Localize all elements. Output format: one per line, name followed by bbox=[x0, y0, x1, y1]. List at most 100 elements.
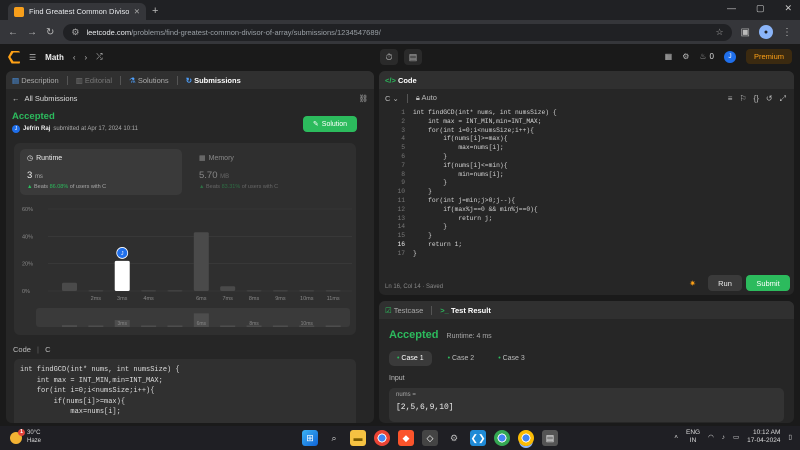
submitter-name[interactable]: Jefrin Raj bbox=[23, 126, 50, 132]
user-avatar[interactable]: J bbox=[723, 50, 736, 63]
browser-menu-icon[interactable]: ⋮ bbox=[782, 27, 792, 38]
settings-icon[interactable]: ⚙ bbox=[446, 430, 462, 446]
tab-submissions[interactable]: ↻ Submissions bbox=[186, 76, 241, 85]
chart-bar[interactable] bbox=[272, 290, 288, 292]
bookmark-star-icon[interactable]: ☆ bbox=[715, 27, 723, 38]
chrome-profile-icon[interactable] bbox=[494, 430, 510, 446]
x-tick-label: 7ms bbox=[222, 296, 233, 302]
problem-list-icon[interactable]: ☰ bbox=[29, 53, 36, 62]
chrome-active-icon[interactable] bbox=[518, 430, 534, 446]
solutions-icon: ⚗ bbox=[129, 75, 136, 85]
chart-bar[interactable] bbox=[193, 232, 209, 291]
reload-icon[interactable]: ↻ bbox=[46, 27, 54, 38]
chart-bar[interactable] bbox=[220, 286, 236, 291]
minimize-icon[interactable]: — bbox=[727, 3, 736, 14]
chart-bar[interactable] bbox=[141, 290, 157, 292]
premium-button[interactable]: Premium bbox=[745, 49, 792, 64]
chrome-icon[interactable] bbox=[374, 430, 390, 446]
wifi-icon[interactable]: ◠ bbox=[708, 433, 714, 441]
chart-bar[interactable] bbox=[167, 290, 183, 292]
tab-description[interactable]: ▤ Description bbox=[12, 76, 59, 85]
file-explorer-icon[interactable]: ▬ bbox=[350, 430, 366, 446]
runtime-distribution-chart[interactable]: 0%20%40%60%2ms 3msJ4ms 6ms 7ms 8ms 9ms 10ms 11m… bbox=[14, 143, 356, 335]
timer-icon[interactable]: ⏱ bbox=[380, 49, 398, 65]
tab-solutions[interactable]: ⚗ Solutions bbox=[129, 76, 169, 85]
chart-bar[interactable] bbox=[299, 290, 315, 292]
vscode-icon[interactable]: ❮❯ bbox=[470, 430, 486, 446]
new-tab-icon[interactable]: + bbox=[152, 5, 158, 17]
close-tab-icon[interactable]: ✕ bbox=[134, 7, 140, 16]
code-lang: C bbox=[45, 345, 51, 354]
browser-tab[interactable]: Find Greatest Common Divisor ✕ bbox=[8, 3, 146, 20]
fullscreen-icon[interactable]: ⤢ bbox=[780, 94, 786, 104]
address-bar[interactable]: ⚙ leetcode.com/problems/find-greatest-co… bbox=[63, 23, 732, 41]
site-info-icon[interactable]: ⚙ bbox=[71, 27, 79, 38]
browser-profile-avatar[interactable]: ● bbox=[759, 25, 773, 39]
volume-icon[interactable]: ♪ bbox=[722, 434, 725, 441]
overview-bar bbox=[141, 325, 157, 327]
tray-chevron-icon[interactable]: ˄ bbox=[674, 434, 678, 441]
notes-app-icon[interactable]: ▤ bbox=[542, 430, 558, 446]
windows-start-icon[interactable]: ⊞ bbox=[302, 430, 318, 446]
back-icon[interactable]: ← bbox=[8, 27, 18, 38]
editor-line: 9 } bbox=[385, 179, 785, 188]
line-text: return 1; bbox=[413, 240, 463, 248]
brave-icon[interactable]: ◆ bbox=[398, 430, 414, 446]
next-problem-icon[interactable]: › bbox=[85, 53, 88, 62]
clock[interactable]: 10:12 AM 17-04-2024 bbox=[747, 429, 780, 445]
case-tab-1[interactable]: • Case 1 bbox=[389, 351, 432, 366]
reset-icon[interactable]: ↺ bbox=[766, 94, 773, 104]
run-button[interactable]: Run bbox=[708, 275, 742, 291]
chart-bar[interactable] bbox=[246, 290, 262, 292]
chart-bar[interactable] bbox=[114, 260, 130, 291]
system-tray: ˄ ENG IN ◠ ♪ ▭ 10:12 AM 17-04-2024 ▯ bbox=[674, 429, 792, 445]
app-icon[interactable]: ◇ bbox=[422, 430, 438, 446]
code-section-header: Code | C bbox=[13, 345, 51, 354]
leetcode-logo-icon[interactable] bbox=[8, 50, 20, 64]
prev-problem-icon[interactable]: ‹ bbox=[73, 53, 76, 62]
settings-gear-icon[interactable]: ⚙ bbox=[682, 52, 689, 61]
case-tab-2[interactable]: • Case 2 bbox=[440, 351, 483, 366]
shuffle-icon[interactable]: ⤮ bbox=[96, 52, 102, 62]
tab-editorial[interactable]: ▥ Editorial bbox=[76, 76, 112, 85]
lightbulb-icon[interactable]: ✷ bbox=[689, 279, 696, 288]
submit-button[interactable]: Submit bbox=[746, 275, 790, 291]
problem-list-title[interactable]: Math bbox=[45, 53, 64, 62]
left-panel: ▤ Description ▥ Editorial ⚗ Solutions ↻ … bbox=[6, 71, 374, 423]
tab-testcase[interactable]: ☑ Testcase bbox=[385, 306, 423, 315]
battery-icon[interactable]: ▭ bbox=[733, 433, 739, 441]
taskbar-apps: ⊞ ⌕ ▬ ◆ ◇ ⚙ ❮❯ ▤ bbox=[302, 430, 558, 446]
share-link-icon[interactable]: ⛓ bbox=[358, 94, 368, 103]
layout-icon[interactable]: ▦ bbox=[665, 52, 673, 61]
post-solution-button[interactable]: ✎ Solution bbox=[303, 116, 357, 132]
forward-icon[interactable]: → bbox=[27, 27, 37, 38]
weather-widget[interactable]: 1 30°C Haze bbox=[10, 428, 41, 445]
auto-mode[interactable]: 🔒︎ Auto bbox=[416, 93, 437, 103]
maximize-icon[interactable]: ▢ bbox=[756, 3, 765, 14]
lock-icon: 🔒︎ bbox=[415, 93, 420, 102]
tab-test-result[interactable]: >_ Test Result bbox=[440, 306, 491, 315]
notification-icon[interactable]: ▯ bbox=[788, 433, 792, 441]
line-text: } bbox=[413, 188, 432, 196]
code-editor[interactable]: 1 int findGCD(int* nums, int numsSize) {2… bbox=[385, 109, 785, 271]
url-host: leetcode.com bbox=[86, 27, 132, 37]
submissions-icon: ↻ bbox=[185, 75, 192, 85]
case-tab-3[interactable]: • Case 3 bbox=[490, 351, 533, 366]
chart-bar[interactable] bbox=[62, 282, 77, 291]
editor-header: </> Code bbox=[379, 71, 794, 89]
braces-icon[interactable]: {} bbox=[754, 94, 759, 104]
chart-bar[interactable] bbox=[325, 290, 341, 292]
format-icon[interactable]: ≡ bbox=[728, 94, 733, 104]
notes-icon[interactable]: ▤ bbox=[404, 49, 422, 65]
input-language[interactable]: ENG IN bbox=[686, 429, 700, 445]
search-icon[interactable]: ⌕ bbox=[326, 430, 342, 446]
all-submissions-link[interactable]: ← All Submissions ⛓ bbox=[12, 89, 368, 107]
editorial-icon: ▥ bbox=[75, 75, 83, 85]
language-select[interactable]: C ⌄ bbox=[385, 94, 399, 103]
extensions-icon[interactable]: ▣ bbox=[741, 27, 750, 38]
y-tick-label: 60% bbox=[22, 207, 33, 213]
editor-line: 3 for(int i=0;i<numsSize;i++){ bbox=[385, 127, 785, 136]
chart-bar[interactable] bbox=[88, 290, 104, 292]
bookmark-icon[interactable]: ⚐ bbox=[739, 94, 746, 104]
close-window-icon[interactable]: ✕ bbox=[784, 3, 792, 14]
